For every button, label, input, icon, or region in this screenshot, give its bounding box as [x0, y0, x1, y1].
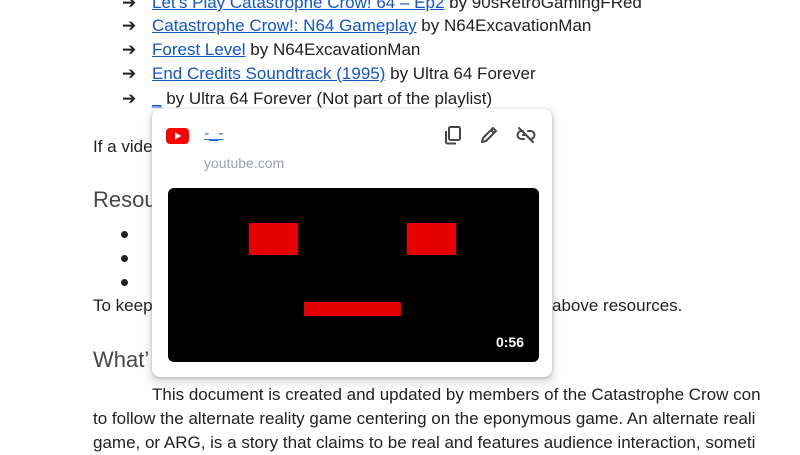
- list-item: ➔ Let's Play Catastrophe Crow! 64 – Ep2 b…: [122, 0, 642, 13]
- link-off-icon: [516, 127, 536, 143]
- remove-link-button[interactable]: [515, 124, 537, 146]
- list-item: ➔ Forest Level by N64ExcavationMan: [122, 40, 420, 60]
- video-thumbnail[interactable]: 0:56: [168, 188, 539, 362]
- list-item-author: by 90sRetroGamingFRed: [444, 0, 642, 12]
- arrow-bullet: ➔: [122, 89, 137, 108]
- video-link[interactable]: End Credits Soundtrack (1995): [152, 64, 385, 83]
- section-heading-whats: What’: [93, 347, 150, 372]
- list-item-author: by N64ExcavationMan: [245, 40, 421, 59]
- copy-icon: [445, 126, 461, 145]
- source-domain: youtube.com: [204, 155, 285, 171]
- list-item: ➔ _ by Ultra 64 Forever (Not part of the …: [122, 89, 492, 109]
- body-text: If a vide: [93, 137, 153, 156]
- arrow-bullet: ➔: [122, 16, 137, 35]
- video-link[interactable]: Forest Level: [152, 40, 246, 59]
- list-item: ➔ Catastrophe Crow!: N64 Gameplay by N64E…: [122, 16, 591, 36]
- body-text: To keep: [93, 296, 153, 315]
- list-item-author: by N64ExcavationMan: [416, 16, 592, 35]
- video-duration: 0:56: [495, 334, 524, 350]
- arrow-bullet: ➔: [122, 64, 137, 83]
- youtube-icon: [166, 128, 189, 144]
- list-item-author: by Ultra 64 Forever: [385, 64, 536, 83]
- video-title-link[interactable]: -_-: [204, 125, 224, 143]
- arrow-bullet: ➔: [122, 40, 137, 59]
- video-link[interactable]: Let's Play Catastrophe Crow! 64 – Ep2: [152, 0, 444, 12]
- paragraph-line: This document is created and updated by …: [152, 385, 761, 404]
- paragraph-line: to follow the alternate reality game cen…: [93, 409, 756, 428]
- thumbnail-mouth: [304, 302, 401, 316]
- video-link[interactable]: Catastrophe Crow!: N64 Gameplay: [152, 16, 417, 35]
- list-item-author: by Ultra 64 Forever (Not part of the pla…: [161, 89, 493, 108]
- section-heading-resources: Resou: [93, 187, 157, 212]
- thumbnail-right-eye: [407, 223, 456, 255]
- link-preview-card: -_- youtube.com 0:56: [152, 109, 552, 377]
- bullet-dot: [121, 231, 128, 238]
- body-text: above resources.: [552, 296, 683, 315]
- bullet-dot: [121, 279, 128, 286]
- list-item: ➔ End Credits Soundtrack (1995) by Ultra …: [122, 64, 536, 84]
- bullet-dot: [121, 255, 128, 262]
- thumbnail-left-eye: [249, 223, 298, 255]
- paragraph-line: game, or ARG, is a story that claims to …: [93, 433, 756, 452]
- copy-link-button[interactable]: [442, 124, 464, 146]
- edit-link-button[interactable]: [478, 124, 500, 146]
- pencil-icon: [481, 127, 497, 143]
- arrow-bullet: ➔: [122, 0, 137, 12]
